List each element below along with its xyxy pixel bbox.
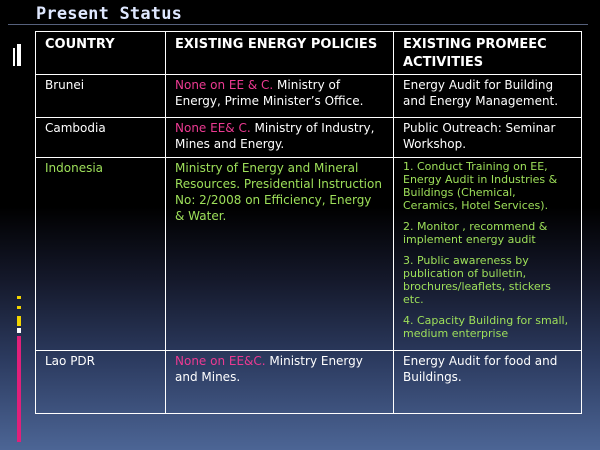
country-cell: Indonesia — [35, 156, 166, 352]
activity-item: 3. Public awareness by publication of bu… — [403, 253, 551, 306]
country-cell: Lao PDR — [35, 350, 166, 414]
table-row: Brunei None on EE & C. Ministry of Energ… — [35, 74, 582, 118]
activities-cell: Energy Audit for food and Buildings. — [393, 350, 582, 414]
activity-item: Energy Audit for Building and Energy Man… — [403, 78, 559, 109]
table-row: Cambodia None EE& C. Ministry of Industr… — [35, 116, 582, 158]
activity-item: Energy Audit for food and Buildings. — [403, 354, 558, 385]
activity-item: Public Outreach: Seminar Workshop. — [403, 120, 556, 151]
accent-bar-pink — [17, 336, 21, 442]
status-table: COUNTRY EXISTING ENERGY POLICIES EXISTIN… — [35, 30, 582, 414]
activity-item: 2. Monitor , recommend & implement energ… — [403, 219, 548, 246]
activity-item: 4. Capacity Building for small, medium e… — [403, 313, 569, 340]
accent-dot-2 — [17, 306, 21, 309]
policy-cell: None on EE&C. Ministry Energy and Mines. — [165, 350, 394, 414]
policy-highlight: None EE& C. — [175, 120, 251, 135]
policy-highlight: None on EE&C. — [175, 354, 266, 369]
table-row: Indonesia Ministry of Energy and Mineral… — [35, 156, 582, 352]
policy-cell: None EE& C. Ministry of Industry, Mines … — [165, 116, 394, 158]
accent-bar-white-1 — [17, 44, 21, 66]
policy-highlight: None on EE & C. — [175, 78, 274, 93]
table-row: Lao PDR None on EE&C. Ministry Energy an… — [35, 350, 582, 414]
header-policies: EXISTING ENERGY POLICIES — [165, 30, 394, 76]
accent-bar-white-2 — [13, 48, 15, 66]
accent-dot-1 — [17, 296, 21, 299]
accent-bar-white-3 — [17, 328, 21, 333]
table-header-row: COUNTRY EXISTING ENERGY POLICIES EXISTIN… — [35, 30, 582, 76]
title-underline — [8, 24, 588, 25]
header-country: COUNTRY — [35, 30, 166, 76]
activities-cell: Public Outreach: Seminar Workshop. — [393, 116, 582, 158]
policy-text: Ministry of Energy and Mineral Resources… — [175, 160, 382, 223]
activity-item: 1. Conduct Training on EE, Energy Audit … — [403, 159, 558, 212]
accent-bar-yellow — [17, 316, 21, 326]
policy-cell: Ministry of Energy and Mineral Resources… — [165, 156, 394, 352]
country-cell: Brunei — [35, 74, 166, 118]
activities-cell: 1. Conduct Training on EE, Energy Audit … — [393, 156, 582, 352]
slide-title: Present Status — [36, 4, 183, 24]
header-activities: EXISTING PROMEEC ACTIVITIES — [393, 30, 582, 76]
country-cell: Cambodia — [35, 116, 166, 158]
policy-cell: None on EE & C. Ministry of Energy, Prim… — [165, 74, 394, 118]
activities-cell: Energy Audit for Building and Energy Man… — [393, 74, 582, 118]
